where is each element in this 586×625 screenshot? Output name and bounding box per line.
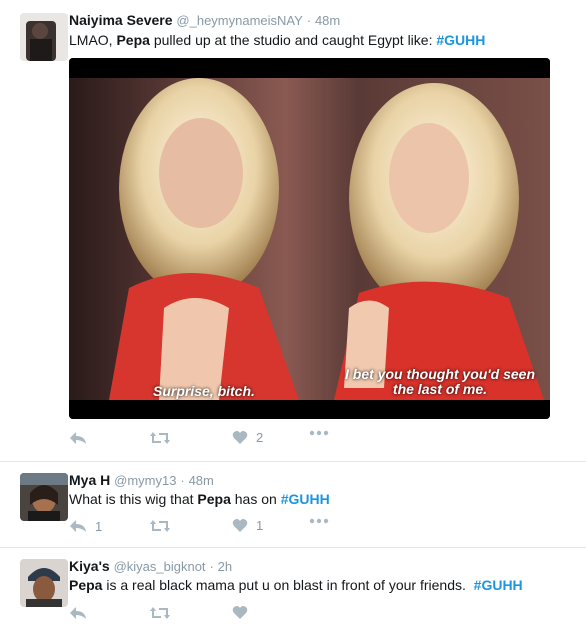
like-count: 2 bbox=[256, 430, 264, 445]
tweet-text: What is this wig that Pepa has on #GUHH bbox=[69, 491, 330, 507]
user-handle[interactable]: @mymy13 bbox=[114, 473, 176, 488]
timestamp[interactable]: 48m bbox=[189, 473, 214, 488]
avatar[interactable] bbox=[20, 559, 68, 607]
tweet-header: Mya H @mymy13 · 48m bbox=[69, 472, 214, 488]
more-button[interactable] bbox=[309, 518, 329, 524]
like-button[interactable] bbox=[232, 605, 248, 620]
tweet-1[interactable]: Naiyima Severe @_heymynameisNAY · 48m LM… bbox=[0, 0, 586, 461]
hashtag-link[interactable]: #GUHH bbox=[281, 491, 330, 507]
text-part: What is this wig that bbox=[69, 491, 198, 507]
hashtag-link[interactable]: #GUHH bbox=[474, 577, 523, 593]
more-icon bbox=[309, 430, 329, 436]
avatar[interactable] bbox=[20, 13, 68, 61]
text-part: pulled up at the studio and caught Egypt… bbox=[149, 32, 437, 48]
reply-button[interactable] bbox=[69, 605, 87, 621]
more-icon bbox=[309, 518, 329, 524]
user-handle[interactable]: @_heymynameisNAY bbox=[176, 13, 302, 28]
like-button[interactable]: 1 bbox=[232, 518, 263, 533]
reply-count: 1 bbox=[95, 518, 103, 534]
caption-right: I bet you thought you'd seen the last of… bbox=[345, 367, 535, 397]
tweet-media-image[interactable]: Surprise, bitch. I bet you thought you'd… bbox=[69, 58, 550, 419]
tweet-header: Naiyima Severe @_heymynameisNAY · 48m bbox=[69, 12, 340, 28]
display-name[interactable]: Mya H bbox=[69, 472, 110, 488]
tweet-3[interactable]: Kiya's @kiyas_bigknot · 2h Pepa is a rea… bbox=[0, 548, 586, 619]
like-count: 1 bbox=[256, 518, 264, 533]
heart-icon bbox=[232, 431, 248, 444]
text-part: LMAO, bbox=[69, 32, 117, 48]
display-name[interactable]: Naiyima Severe bbox=[69, 12, 173, 28]
heart-icon bbox=[232, 519, 248, 532]
caption-right-line-2: the last of me. bbox=[392, 381, 488, 397]
separator-dot: · bbox=[180, 473, 185, 488]
reply-button[interactable] bbox=[69, 430, 87, 446]
like-button[interactable]: 2 bbox=[232, 430, 263, 445]
reply-icon bbox=[70, 607, 86, 619]
caption-left: Surprise, bitch. bbox=[153, 383, 255, 399]
retweet-icon bbox=[150, 432, 170, 444]
tweet-2[interactable]: Mya H @mymy13 · 48m What is this wig tha… bbox=[0, 462, 586, 547]
mention-pepa: Pepa bbox=[116, 32, 150, 48]
tweet-text: LMAO, Pepa pulled up at the studio and c… bbox=[69, 32, 485, 48]
retweet-button[interactable] bbox=[149, 430, 171, 446]
text-part: has on bbox=[230, 491, 281, 507]
retweet-button[interactable] bbox=[149, 605, 171, 621]
retweet-icon bbox=[150, 520, 170, 532]
gif-image bbox=[69, 58, 550, 419]
text-part: is a real black mama put u on blast in f… bbox=[102, 577, 474, 593]
caption-right-line-1: I bet you thought you'd seen bbox=[345, 366, 535, 382]
more-button[interactable] bbox=[309, 430, 329, 436]
mention-pepa: Pepa bbox=[197, 491, 231, 507]
retweet-button[interactable] bbox=[149, 518, 171, 534]
tweet-header: Kiya's @kiyas_bigknot · 2h bbox=[69, 558, 232, 574]
reply-icon bbox=[70, 432, 86, 444]
display-name[interactable]: Kiya's bbox=[69, 558, 110, 574]
reply-button[interactable]: 1 bbox=[69, 518, 102, 534]
timestamp[interactable]: 48m bbox=[315, 13, 340, 28]
tweet-text: Pepa is a real black mama put u on blast… bbox=[69, 577, 523, 593]
retweet-icon bbox=[150, 607, 170, 619]
avatar[interactable] bbox=[20, 473, 68, 521]
separator-dot: · bbox=[209, 559, 214, 574]
timestamp[interactable]: 2h bbox=[218, 559, 232, 574]
mention-pepa: Pepa bbox=[69, 577, 103, 593]
heart-icon bbox=[232, 606, 248, 619]
hashtag-link[interactable]: #GUHH bbox=[436, 32, 485, 48]
reply-icon bbox=[70, 520, 86, 532]
user-handle[interactable]: @kiyas_bigknot bbox=[114, 559, 206, 574]
separator-dot: · bbox=[306, 13, 312, 28]
